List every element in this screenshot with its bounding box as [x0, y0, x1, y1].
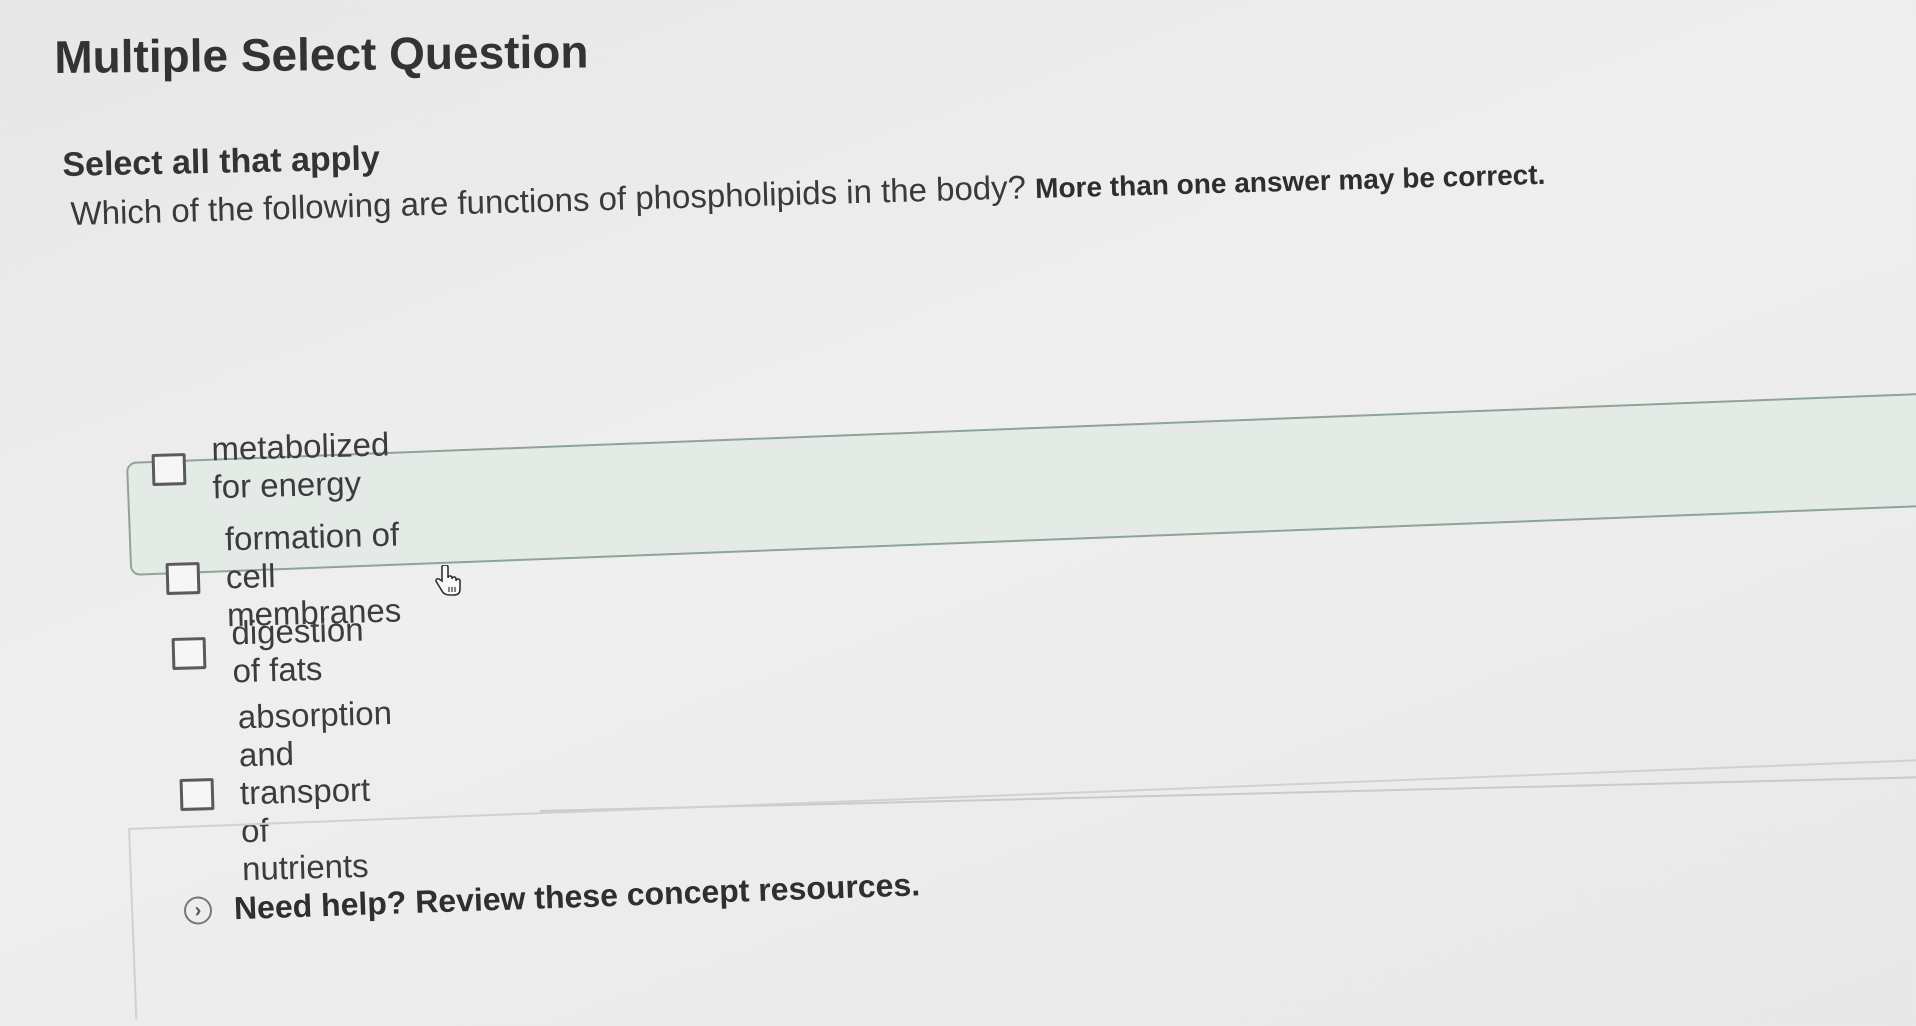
question-type-heading: Multiple Select Question	[54, 25, 589, 83]
hand-pointer-cursor-icon	[435, 565, 461, 596]
chevron-right-icon: ›	[183, 895, 213, 925]
option-label: metabolized for energy	[210, 425, 390, 506]
option-metabolized-for-energy[interactable]: metabolized for energy	[151, 425, 391, 508]
option-checkbox[interactable]	[151, 453, 187, 486]
option-digestion-of-fats[interactable]: digestion of fats	[171, 611, 365, 692]
question-page: Multiple Select Question Select all that…	[0, 0, 1916, 1026]
question-instruction: Select all that apply	[62, 139, 381, 184]
option-checkbox[interactable]	[179, 778, 215, 811]
question-prompt-emphasis: More than one answer may be correct.	[1034, 158, 1546, 205]
option-checkbox[interactable]	[165, 562, 201, 595]
option-label: digestion of fats	[230, 610, 365, 690]
option-checkbox[interactable]	[171, 637, 207, 670]
